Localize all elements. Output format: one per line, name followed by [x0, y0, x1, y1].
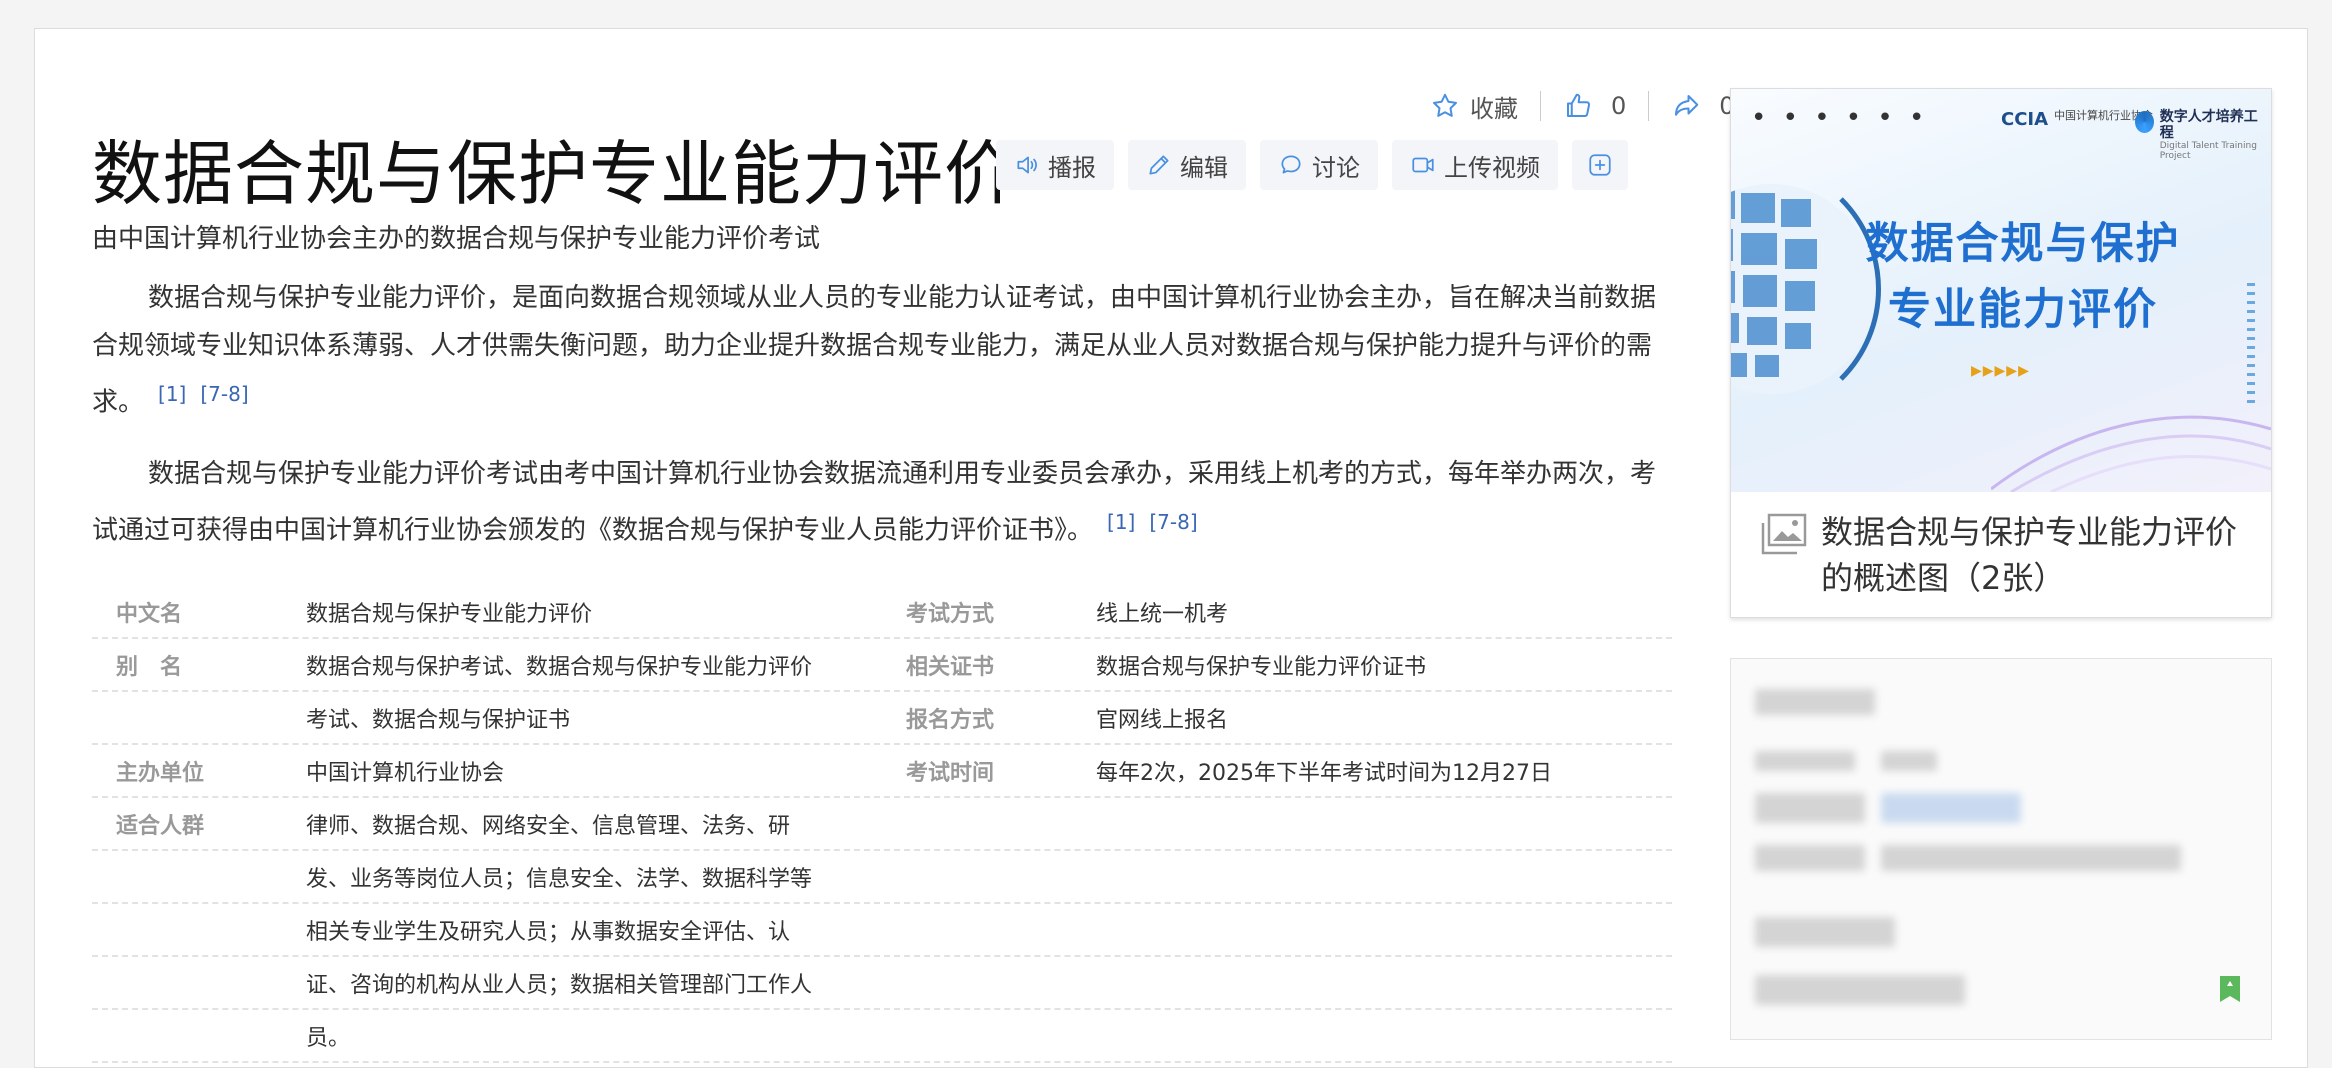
pencil-icon	[1149, 155, 1169, 175]
poster-title-line: 专业能力评价	[1888, 285, 2158, 335]
blurred-text	[1881, 751, 1937, 771]
info-value: 官网线上报名	[1096, 708, 1229, 733]
collect-button[interactable]: 收藏	[1430, 89, 1518, 124]
album-card[interactable]: • • • • • • CCIA 中国计算机行业协会 数字人才培养工程 Digi…	[1730, 88, 2272, 618]
summary-paragraph: 数据合规与保护专业能力评价，是面向数据合规领域从业人员的专业能力认证考试，由中国…	[92, 274, 1662, 427]
info-value: 每年2次，2025年下半年考试时间为12月27日	[1096, 761, 1552, 786]
paragraph-text: 数据合规与保护专业能力评价，是面向数据合规领域从业人员的专业能力认证考试，由中国…	[92, 283, 1657, 418]
info-row: 中文名 数据合规与保护专业能力评价 考试方式 线上统一机考	[92, 586, 1672, 639]
blurred-text	[1755, 975, 1965, 1005]
poster-stripes	[2247, 283, 2255, 403]
gallery-icon	[1761, 513, 1807, 555]
info-value: 数据合规与保护专业能力评价证书	[1096, 655, 1427, 680]
like-button[interactable]: 0	[1563, 91, 1626, 121]
divider	[1540, 91, 1541, 121]
info-value: 中国计算机行业协会	[306, 761, 505, 786]
chat-icon	[1281, 155, 1301, 174]
share-button[interactable]: 0	[1671, 91, 1735, 121]
info-label: 中文名	[116, 602, 183, 627]
talent-logo-subtext: Digital Talent Training Project	[2159, 141, 2257, 161]
top-actions: 收藏 0 0	[1430, 88, 1735, 124]
info-value: 数据合规与保护专业能力评价	[306, 602, 593, 627]
citation-link[interactable]: [1]	[158, 382, 186, 406]
album-caption-text: 数据合规与保护专业能力评价的概述图（2张）	[1821, 513, 2238, 597]
poster-title: 数据合规与保护 专业能力评价	[1843, 211, 2203, 343]
thumb-up-icon	[1567, 93, 1591, 117]
basic-info-table: 中文名 数据合规与保护专业能力评价 考试方式 线上统一机考 别 名 数据合规与保…	[92, 586, 1672, 1063]
speaker-icon	[1017, 156, 1037, 174]
info-label: 考试时间	[906, 761, 995, 786]
bookmark-icon[interactable]	[2219, 975, 2241, 1003]
blurred-text	[1755, 689, 1875, 715]
discuss-button[interactable]: 讨论	[1260, 140, 1378, 190]
divider	[1648, 91, 1650, 121]
info-value: 发、业务等岗位人员；信息安全、法学、数据科学等	[306, 867, 813, 892]
blurred-link	[1881, 793, 2021, 823]
info-row: 考试、数据合规与保护证书 报名方式 官网线上报名	[92, 692, 1672, 745]
discuss-label: 讨论	[1312, 153, 1360, 182]
info-value: 相关专业学生及研究人员；从事数据安全评估、认	[306, 920, 791, 945]
paragraph-text: 数据合规与保护专业能力评价考试由考中国计算机行业协会数据流通利用专业委员会承办，…	[92, 459, 1657, 546]
talent-project-logo: 数字人才培养工程 Digital Talent Training Project	[2135, 109, 2271, 161]
share-icon	[1675, 95, 1699, 116]
star-icon	[1433, 93, 1457, 117]
blurred-text	[1755, 917, 1895, 947]
info-value: 线上统一机考	[1096, 602, 1229, 627]
info-label: 报名方式	[906, 708, 995, 733]
info-value: 证、咨询的机构从业人员；数据相关管理部门工作人	[306, 973, 813, 998]
talent-logo-icon	[2135, 111, 2154, 133]
citation-link[interactable]: [1]	[1107, 510, 1135, 534]
info-value: 员。	[306, 1026, 351, 1051]
add-button[interactable]	[1572, 140, 1628, 190]
info-label: 适合人群	[116, 814, 205, 839]
info-row: 相关专业学生及研究人员；从事数据安全评估、认	[92, 904, 1672, 957]
edit-button[interactable]: 编辑	[1128, 140, 1246, 190]
talent-logo-textblock: 数字人才培养工程 Digital Talent Training Project	[2160, 109, 2271, 161]
blurred-side-panel	[1730, 658, 2272, 1040]
talent-logo-text: 数字人才培养工程	[2159, 109, 2258, 141]
info-value: 数据合规与保护考试、数据合规与保护专业能力评价	[306, 655, 813, 680]
info-row: 别 名 数据合规与保护考试、数据合规与保护专业能力评价 相关证书 数据合规与保护…	[92, 639, 1672, 692]
broadcast-label: 播报	[1048, 153, 1096, 182]
upload-video-button[interactable]: 上传视频	[1392, 140, 1558, 190]
info-row: 主办单位 中国计算机行业协会 考试时间 每年2次，2025年下半年考试时间为12…	[92, 745, 1672, 798]
page-title: 数据合规与保护专业能力评价	[92, 133, 1015, 215]
poster-title-line: 数据合规与保护	[1865, 219, 2181, 269]
info-label: 考试方式	[906, 602, 995, 627]
upload-video-label: 上传视频	[1444, 153, 1540, 182]
summary-paragraph: 数据合规与保护专业能力评价考试由考中国计算机行业协会数据流通利用专业委员会承办，…	[92, 450, 1662, 555]
edit-label: 编辑	[1180, 153, 1228, 182]
ccia-logo: CCIA 中国计算机行业协会	[2001, 109, 2153, 130]
citation-link[interactable]: [7-8]	[200, 382, 248, 406]
info-row: 证、咨询的机构从业人员；数据相关管理部门工作人	[92, 957, 1672, 1010]
poster-swoosh	[1991, 415, 2271, 492]
citation-link[interactable]: [7-8]	[1149, 510, 1197, 534]
album-caption[interactable]: 数据合规与保护专业能力评价的概述图（2张）	[1761, 509, 2251, 601]
video-icon	[1412, 157, 1434, 173]
blurred-text	[1755, 793, 1865, 823]
blurred-text	[1755, 845, 1865, 871]
plus-icon	[1589, 154, 1611, 176]
info-label: 主办单位	[116, 761, 205, 786]
poster-dots: • • • • • •	[1751, 103, 1929, 133]
ccia-logo-mark: CCIA	[2001, 109, 2049, 130]
poster-arrows: ▶▶▶▶▶	[1971, 363, 2030, 379]
info-value: 律师、数据合规、网络安全、信息管理、法务、研	[306, 814, 791, 839]
like-count: 0	[1611, 92, 1627, 120]
info-label: 相关证书	[906, 655, 995, 680]
blurred-text	[1881, 845, 2181, 871]
title-toolbar: 播报 编辑 讨论 上传视频	[996, 140, 1628, 190]
collect-label: 收藏	[1470, 94, 1518, 123]
info-row: 适合人群 律师、数据合规、网络安全、信息管理、法务、研	[92, 798, 1672, 851]
info-row: 员。	[92, 1010, 1672, 1063]
page-subtitle: 由中国计算机行业协会主办的数据合规与保护专业能力评价考试	[92, 224, 821, 254]
blurred-text	[1755, 751, 1855, 771]
info-label: 别 名	[116, 655, 183, 680]
info-value: 考试、数据合规与保护证书	[306, 708, 571, 733]
album-cover-image[interactable]: • • • • • • CCIA 中国计算机行业协会 数字人才培养工程 Digi…	[1731, 89, 2271, 492]
broadcast-button[interactable]: 播报	[996, 140, 1114, 190]
info-row: 发、业务等岗位人员；信息安全、法学、数据科学等	[92, 851, 1672, 904]
